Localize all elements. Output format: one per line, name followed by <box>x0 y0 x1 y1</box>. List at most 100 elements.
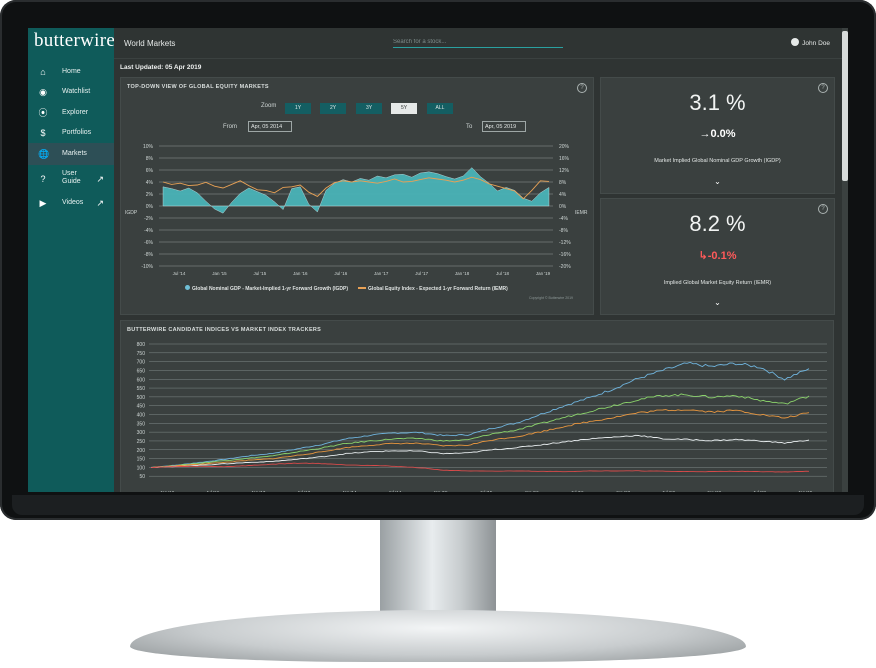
y-tick-label: 500 <box>137 395 146 401</box>
sidebar-item-watchlist[interactable]: ◉ Watchlist <box>28 81 114 103</box>
y-tick-label-right: -16% <box>559 252 571 258</box>
legend-line-label: Global Equity Index - Expected 1-yr Forw… <box>368 286 508 292</box>
app-logo[interactable]: butterwire <box>34 30 115 52</box>
igdp-value: 3.1 % <box>689 90 746 115</box>
scrollbar-thumb[interactable] <box>842 31 848 181</box>
y-tick-label: 300 <box>137 430 146 436</box>
compass-icon: ⦿ <box>38 108 48 118</box>
x-tick-label: Jul '15 <box>253 271 266 276</box>
zoom-button-1y[interactable]: 1Y <box>285 103 311 114</box>
zoom-button-5y[interactable]: 5Y <box>391 103 417 114</box>
y-tick-label-right: 8% <box>559 180 567 186</box>
panel-title: BUTTERWIRE CANDIDATE INDICES VS MARKET I… <box>127 327 322 333</box>
globe-icon: 🌐 <box>38 149 50 159</box>
y-tick-label: 550 <box>137 386 146 392</box>
y-tick-label-left: 2% <box>146 192 154 198</box>
search-input[interactable] <box>393 37 563 48</box>
iemr-metric-card: ? 8.2 % ↳-0.1% Implied Global Market Equ… <box>600 198 835 315</box>
y-tick-label: 600 <box>137 377 146 383</box>
to-date-input[interactable] <box>482 121 526 132</box>
monitor-stand-neck <box>380 520 496 620</box>
zoom-button-2y[interactable]: 2Y <box>320 103 346 114</box>
top-down-chart: 10% 20% 8% 16% 6% 12% 4% 8% 2% 4% 0% 0% -2% -4% -4% -8%… <box>125 144 588 276</box>
y-tick-label: 450 <box>137 404 146 410</box>
x-tick-label: Jul '18 <box>496 271 509 276</box>
zoom-button-all[interactable]: ALL <box>427 103 453 114</box>
sidebar-item-label: Watchlist <box>62 88 91 95</box>
index-series-line <box>150 434 810 469</box>
iemr-value: 8.2 % <box>689 211 746 236</box>
panel-title: TOP-DOWN VIEW OF GLOBAL EQUITY MARKETS <box>127 84 269 90</box>
y-tick-label-left: -4% <box>144 228 153 234</box>
x-tick-label: Jul '15 <box>480 490 493 492</box>
y-tick-label-right: -8% <box>559 228 568 234</box>
y-tick-label-left: 8% <box>146 156 154 162</box>
y-tick-label-left: 4% <box>146 180 154 186</box>
right-axis-label: IEMR <box>575 210 588 216</box>
sidebar-item-user-guide[interactable]: ? User Guide ↗ <box>28 165 114 193</box>
legend-area-swatch <box>185 285 190 290</box>
candidate-indices-chart: 800 750 700 650 600 550 500 450 400 350 300 250 200 1… <box>137 342 827 492</box>
index-series-line <box>150 393 810 469</box>
sidebar-item-videos[interactable]: ▶ Videos ↗ <box>28 192 114 214</box>
to-label: To <box>466 124 473 130</box>
user-menu[interactable]: John Doe <box>791 38 830 47</box>
x-tick-label: Jul '14 <box>173 271 186 276</box>
y-tick-label-right: 4% <box>559 192 567 198</box>
arrow-right-icon: → <box>699 128 711 140</box>
help-icon[interactable]: ? <box>577 83 587 93</box>
sidebar-item-label: Explorer <box>62 109 89 116</box>
iemr-delta: ↳-0.1% <box>601 249 834 262</box>
top-bar: World Markets John Doe <box>114 28 844 59</box>
x-tick-label: Jul '17 <box>662 490 675 492</box>
help-circle-icon: ? <box>40 174 46 184</box>
x-tick-label: Jan '19 <box>536 271 551 276</box>
y-tick-label: 50 <box>139 474 145 480</box>
legend-area-label: Global Nominal GDP - Market-Implied 1-yr… <box>192 286 349 292</box>
chevron-down-icon[interactable]: ⌄ <box>601 298 834 307</box>
dollar-icon: $ <box>40 128 46 138</box>
zoom-button-3y[interactable]: 3Y <box>356 103 382 114</box>
sidebar-item-markets[interactable]: 🌐 Markets <box>28 143 114 165</box>
sidebar-item-portfolios[interactable]: $ Portfolios <box>28 122 114 144</box>
y-tick-label-left: 6% <box>146 168 154 174</box>
home-icon: ⌂ <box>40 67 46 77</box>
y-tick-label-right: -4% <box>559 216 568 222</box>
igdp-delta: →0.0% <box>601 128 834 140</box>
candidate-indices-panel: BUTTERWIRE CANDIDATE INDICES VS MARKET I… <box>120 320 834 492</box>
y-tick-label-right: 16% <box>559 156 570 162</box>
from-date-input[interactable] <box>248 121 292 132</box>
screen: butterwire ⌂ Home ◉ Watchlist ⦿ Explorer… <box>28 28 848 492</box>
chevron-down-icon[interactable]: ⌄ <box>601 177 834 186</box>
x-tick-label: Jul '13 <box>297 490 310 492</box>
y-tick-label: 350 <box>137 421 146 427</box>
scrollbar[interactable] <box>842 28 848 492</box>
user-avatar-icon <box>791 38 800 46</box>
monitor-stand-base <box>130 610 746 662</box>
sidebar-item-home[interactable]: ⌂ Home <box>28 61 114 83</box>
y-tick-label: 200 <box>137 448 146 454</box>
last-updated: Last Updated: 05 Apr 2019 <box>120 64 202 71</box>
igdp-area-series <box>162 167 550 214</box>
x-tick-label: Jan '14 <box>342 490 357 492</box>
y-tick-label-right: 20% <box>559 144 570 150</box>
x-tick-label: Jan '16 <box>293 271 308 276</box>
sidebar-item-label: Markets <box>62 150 87 157</box>
x-tick-label: Jan '17 <box>374 271 389 276</box>
sidebar-item-label: User Guide <box>62 170 81 185</box>
x-tick-label: Jul '18 <box>753 490 766 492</box>
iemr-delta-value: -0.1% <box>707 250 737 262</box>
y-tick-label: 250 <box>137 439 146 445</box>
copyright-text: Copyright © Butterwire 2019 <box>528 296 573 300</box>
x-tick-label: Jan '18 <box>707 490 722 492</box>
y-tick-label: 700 <box>137 360 146 366</box>
x-tick-label: Jul '16 <box>571 490 584 492</box>
x-tick-label: Jan '15 <box>433 490 448 492</box>
top-down-chart-panel: TOP-DOWN VIEW OF GLOBAL EQUITY MARKETS ?… <box>120 77 594 315</box>
y-tick-label-right: -12% <box>559 240 571 246</box>
external-link-icon: ↗ <box>96 174 104 184</box>
x-tick-label: Jan '18 <box>455 271 470 276</box>
sidebar-item-explorer[interactable]: ⦿ Explorer <box>28 102 114 124</box>
x-tick-label: Jan '13 <box>251 490 266 492</box>
y-tick-label-left: -8% <box>144 252 153 258</box>
